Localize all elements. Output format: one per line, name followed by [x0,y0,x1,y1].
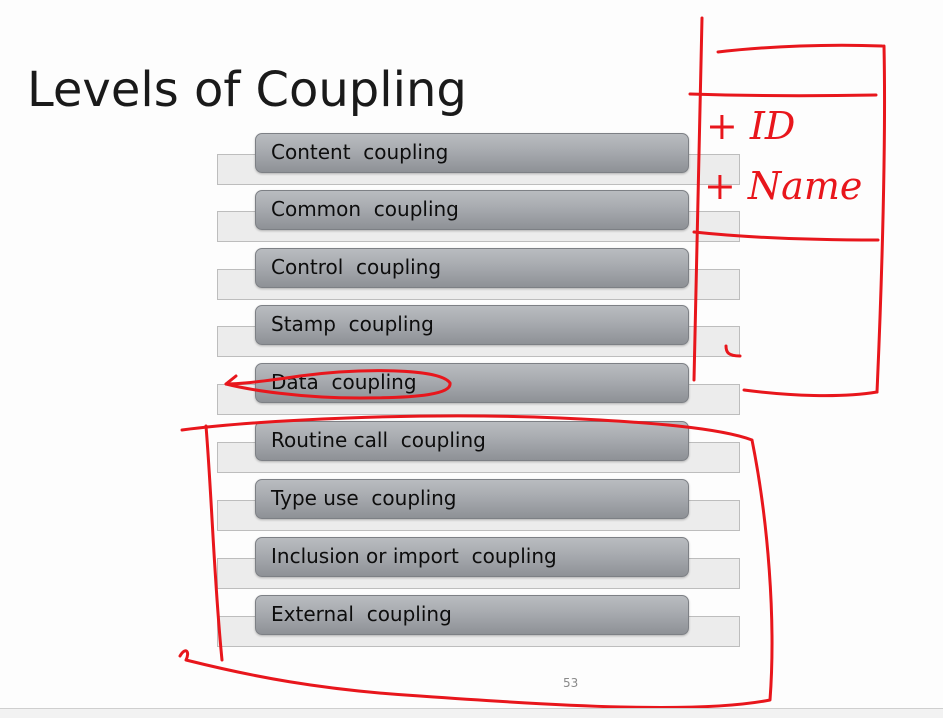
level-item: Type use coupling [217,479,749,531]
level-item: External coupling [217,595,749,647]
level-label: External coupling [271,602,452,626]
level-label: Stamp coupling [271,312,434,336]
page-number: 53 [563,676,579,690]
slide: Levels of Coupling Content coupling Comm… [0,0,943,718]
level-label: Routine call coupling [271,428,486,452]
level-item: Common coupling [217,190,749,242]
level-label: Inclusion or import coupling [271,544,557,568]
level-item: Data coupling [217,363,749,415]
level-label: Data coupling [271,370,417,394]
level-item: Routine call coupling [217,421,749,473]
level-item: Content coupling [217,133,749,185]
level-label: Control coupling [271,255,442,279]
level-label: Type use coupling [271,486,457,510]
annotation-id: + ID [706,104,796,148]
level-label: Common coupling [271,197,459,221]
annotation-name: + Name [704,164,863,208]
coupling-levels-list: Content coupling Common coupling Control… [0,0,943,718]
level-item: Control coupling [217,248,749,300]
bottom-edge [0,708,943,718]
level-item: Inclusion or import coupling [217,537,749,589]
level-item: Stamp coupling [217,305,749,357]
level-label: Content coupling [271,140,449,164]
